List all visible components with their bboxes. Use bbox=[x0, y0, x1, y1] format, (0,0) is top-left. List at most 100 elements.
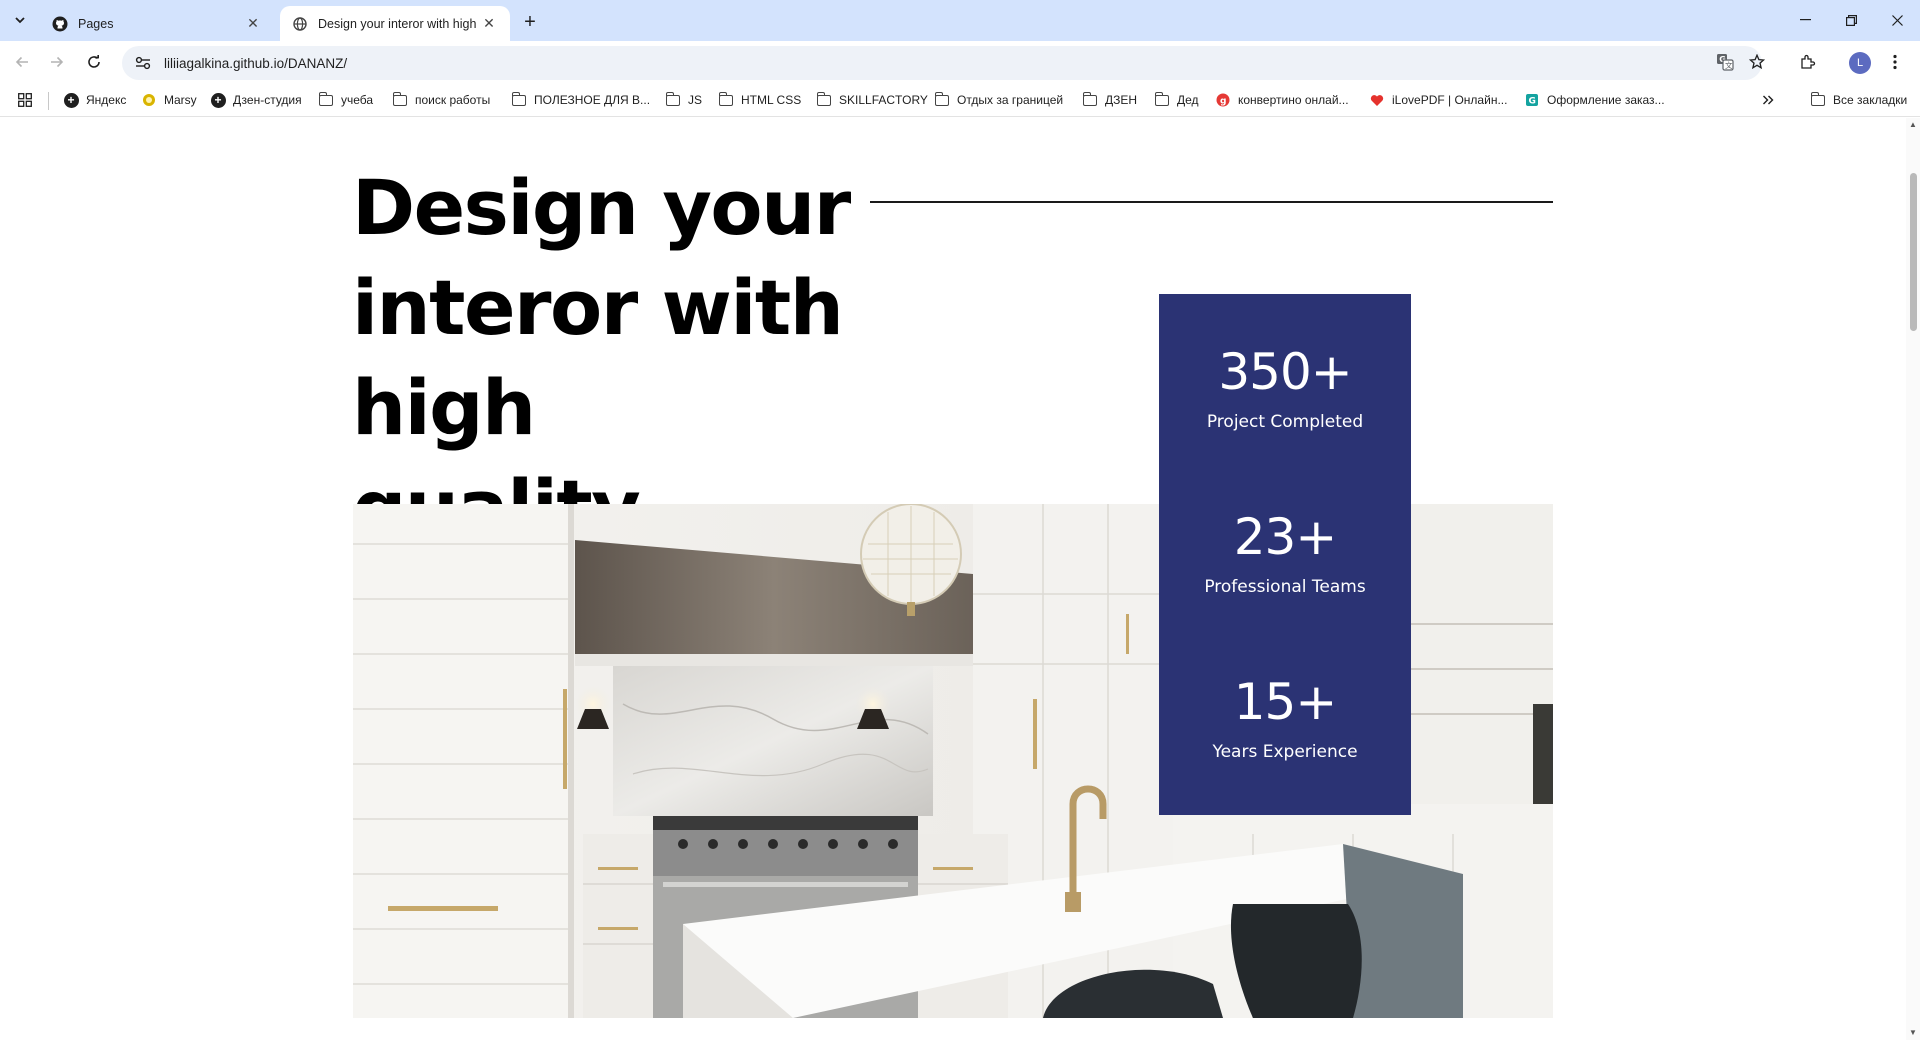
stat-label: Project Completed bbox=[1206, 412, 1364, 432]
apps-grid-icon[interactable] bbox=[18, 89, 32, 111]
folder-icon bbox=[934, 91, 950, 108]
bookmarks-bar: + Яндекс Marsy + Дзен-студия учеба поиск… bbox=[0, 83, 1920, 117]
bookmark-label: учеба bbox=[341, 93, 374, 107]
github-icon bbox=[52, 16, 68, 32]
convertio-icon: g bbox=[1215, 92, 1231, 108]
tab-title: Design your interor with high q bbox=[318, 16, 480, 31]
bookmark-label: Marsy bbox=[164, 93, 197, 107]
folder-icon bbox=[1810, 91, 1826, 108]
restore-icon[interactable] bbox=[1828, 0, 1874, 40]
folder-icon bbox=[665, 91, 681, 108]
bookmark-folder-job-search[interactable]: поиск работы bbox=[392, 89, 490, 111]
tab-pages[interactable]: Pages ✕ bbox=[40, 6, 274, 41]
bookmark-label: Дзен-студия bbox=[233, 93, 302, 107]
more-menu-icon[interactable] bbox=[1883, 50, 1907, 74]
scrollbar-thumb[interactable] bbox=[1910, 173, 1917, 331]
tab-title: Pages bbox=[78, 16, 114, 31]
ilovepdf-icon bbox=[1369, 92, 1385, 108]
close-window-icon[interactable] bbox=[1874, 0, 1920, 40]
profile-avatar[interactable]: L bbox=[1849, 52, 1871, 74]
forward-arrow-icon[interactable] bbox=[45, 50, 69, 74]
scroll-down-icon[interactable]: ▼ bbox=[1909, 1029, 1917, 1037]
svg-text:G: G bbox=[1529, 97, 1536, 107]
bookmark-marsy[interactable]: Marsy bbox=[141, 89, 197, 111]
bookmark-label: ПОЛЕЗНОЕ ДЛЯ В... bbox=[534, 93, 651, 107]
stat-label: Professional Teams bbox=[1204, 577, 1366, 597]
bookmarks-overflow-icon[interactable] bbox=[1762, 89, 1774, 111]
svg-text:g: g bbox=[1220, 97, 1226, 107]
stat-value: 350+ bbox=[1218, 343, 1352, 401]
all-bookmarks[interactable]: Все закладки bbox=[1810, 89, 1907, 111]
bookmark-label: Отдых за границей bbox=[957, 93, 1064, 107]
tab-search-chevron-icon[interactable] bbox=[8, 8, 32, 32]
bookmark-yandex[interactable]: + Яндекс bbox=[63, 89, 126, 111]
folder-icon bbox=[511, 91, 527, 108]
order-icon: G bbox=[1524, 92, 1540, 108]
bookmarks-separator bbox=[48, 92, 49, 110]
stat-teams: 23+ Professional Teams bbox=[1159, 507, 1411, 599]
folder-icon bbox=[1154, 91, 1170, 108]
all-bookmarks-label: Все закладки bbox=[1833, 93, 1908, 107]
address-bar[interactable]: liliiagalkina.github.io/DANANZ/ bbox=[122, 46, 1762, 80]
minimize-icon[interactable] bbox=[1782, 0, 1828, 40]
bookmark-folder-ded[interactable]: Дед bbox=[1154, 89, 1199, 111]
bookmark-label: JS bbox=[688, 93, 703, 107]
folder-icon bbox=[318, 91, 334, 108]
bookmark-label: конвертино онлай... bbox=[1238, 93, 1349, 107]
tab-strip: Pages ✕ Design your interor with high q … bbox=[0, 0, 1920, 41]
extensions-icon[interactable] bbox=[1796, 50, 1820, 74]
bookmark-label: SKILLFACTORY bbox=[839, 93, 928, 107]
close-tab-icon[interactable]: ✕ bbox=[244, 15, 262, 33]
bookmark-dzen-studio[interactable]: + Дзен-студия bbox=[210, 89, 302, 111]
globe-icon bbox=[292, 16, 308, 32]
reload-icon[interactable] bbox=[82, 50, 106, 74]
bookmark-convertio[interactable]: g конвертино онлай... bbox=[1215, 89, 1349, 111]
bookmark-star-icon[interactable] bbox=[1745, 50, 1769, 74]
bookmark-folder-travel[interactable]: Отдых за границей bbox=[934, 89, 1063, 111]
plus-circle-icon: + bbox=[210, 92, 226, 108]
bookmark-label: Яндекс bbox=[86, 93, 127, 107]
bookmark-folder-ucheba[interactable]: учеба bbox=[318, 89, 373, 111]
bookmark-ilovepdf[interactable]: iLovePDF | Онлайн... bbox=[1369, 89, 1507, 111]
hero-title-line: Design your bbox=[352, 163, 851, 252]
plus-circle-icon: + bbox=[63, 92, 79, 108]
bookmark-label: Дед bbox=[1177, 93, 1199, 107]
close-tab-icon[interactable]: ✕ bbox=[480, 15, 498, 33]
stat-years: 15+ Years Experience bbox=[1159, 672, 1411, 764]
stat-value: 15+ bbox=[1233, 673, 1338, 731]
stat-label: Years Experience bbox=[1212, 742, 1358, 762]
stat-projects: 350+ Project Completed bbox=[1159, 342, 1411, 434]
bookmark-folder-js[interactable]: JS bbox=[665, 89, 702, 111]
url-text: liliiagalkina.github.io/DANANZ/ bbox=[164, 55, 348, 71]
folder-icon bbox=[718, 91, 734, 108]
bookmark-order[interactable]: G Оформление заказ... bbox=[1524, 89, 1665, 111]
bookmark-folder-dzen[interactable]: ДЗЕН bbox=[1082, 89, 1137, 111]
site-settings-icon[interactable] bbox=[132, 52, 154, 74]
folder-icon bbox=[392, 91, 408, 108]
folder-icon bbox=[816, 91, 832, 108]
svg-text:文: 文 bbox=[1725, 60, 1733, 70]
hero-title: Design your interor with high quality. bbox=[352, 158, 992, 558]
page-scrollbar[interactable]: ▲ ▼ bbox=[1906, 118, 1920, 1040]
stats-panel: 350+ Project Completed 23+ Professional … bbox=[1159, 294, 1411, 815]
bookmark-label: ДЗЕН bbox=[1105, 93, 1138, 107]
scroll-up-icon[interactable]: ▲ bbox=[1909, 121, 1917, 129]
bookmark-label: HTML CSS bbox=[741, 93, 802, 107]
hero-divider-line bbox=[870, 201, 1553, 203]
bookmark-folder-skillfactory[interactable]: SKILLFACTORY bbox=[816, 89, 928, 111]
back-arrow-icon[interactable] bbox=[10, 50, 34, 74]
bookmark-label: Оформление заказ... bbox=[1547, 93, 1665, 107]
new-tab-icon[interactable]: + bbox=[518, 10, 542, 34]
page-viewport: Design your interor with high quality. bbox=[0, 118, 1906, 1040]
translate-icon[interactable]: G文 bbox=[1713, 50, 1737, 74]
bookmark-folder-useful[interactable]: ПОЛЕЗНОЕ ДЛЯ В... bbox=[511, 89, 650, 111]
marsy-icon bbox=[141, 92, 157, 108]
browser-toolbar: liliiagalkina.github.io/DANANZ/ bbox=[0, 41, 1920, 83]
stat-value: 23+ bbox=[1233, 508, 1338, 566]
folder-icon bbox=[1082, 91, 1098, 108]
tab-design-interior[interactable]: Design your interor with high q ✕ bbox=[280, 6, 510, 41]
bookmark-folder-html-css[interactable]: HTML CSS bbox=[718, 89, 801, 111]
bookmark-label: поиск работы bbox=[415, 93, 491, 107]
bookmark-label: iLovePDF | Онлайн... bbox=[1392, 93, 1508, 107]
hero-title-line: interor with high bbox=[352, 263, 844, 452]
